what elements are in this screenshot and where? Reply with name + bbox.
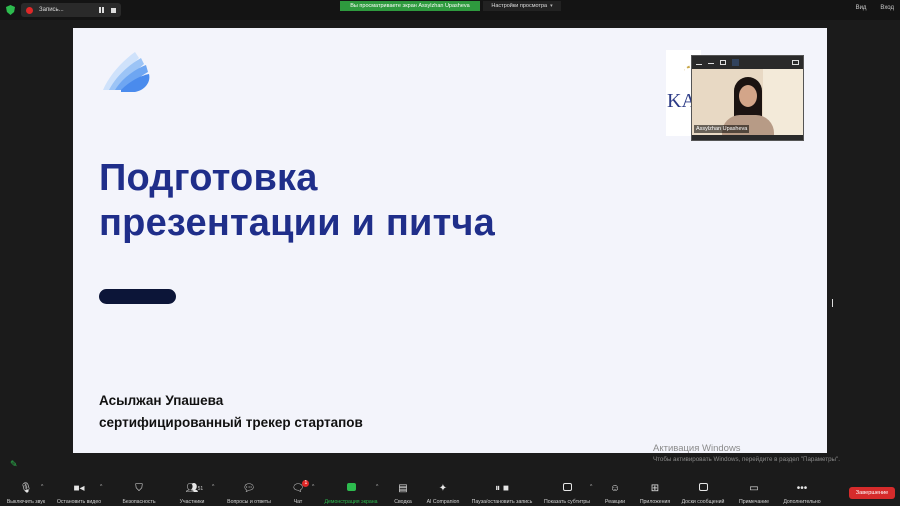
more-button[interactable]: ••• Дополнительно bbox=[780, 478, 824, 506]
view-mode-button[interactable]: Вид bbox=[856, 5, 867, 11]
gallery-view-icon[interactable] bbox=[732, 59, 739, 66]
record-dot-icon bbox=[26, 6, 33, 14]
windows-activation-text: Чтобы активировать Windows, перейдите в … bbox=[653, 456, 840, 463]
chat-label: Чат bbox=[293, 499, 303, 505]
whiteboard-icon bbox=[698, 482, 708, 495]
author-role: сертифицированный трекер стартапов bbox=[99, 415, 363, 430]
hide-video-icon[interactable] bbox=[708, 61, 714, 64]
sparkle-icon: ✦ bbox=[438, 483, 448, 494]
share-screen-button[interactable]: Демонстрация экрана bbox=[322, 478, 380, 506]
security-label: Безопасность bbox=[122, 499, 156, 505]
view-options-button[interactable]: Настройки просмотра ▾ bbox=[483, 1, 561, 11]
top-right-controls: Вид Вход bbox=[856, 5, 894, 11]
subtitles-label: Показать субтитры bbox=[544, 499, 590, 505]
microphone-icon: 🎙︎ bbox=[19, 483, 33, 494]
wing-logo-icon bbox=[103, 52, 150, 92]
participant-name: Assylzhan Upasheva bbox=[694, 125, 750, 133]
single-view-icon[interactable] bbox=[720, 60, 726, 65]
reactions-button[interactable]: ☺︎ Реакции bbox=[604, 478, 626, 506]
chat-badge: 1 bbox=[302, 480, 310, 487]
windows-activation-title: Активация Windows bbox=[653, 443, 741, 454]
chat-button[interactable]: 🗨︎ 1 Чат bbox=[290, 478, 310, 506]
video-thumbnail[interactable]: Assylzhan Upasheva bbox=[691, 55, 804, 141]
slide-title-line-2: презентации и питча bbox=[99, 202, 495, 244]
participants-label: Участники bbox=[179, 499, 205, 505]
zoom-meeting-window: Запись... Вы просматриваете экран Assylz… bbox=[0, 0, 900, 506]
summary-button[interactable]: ▤ Сводка bbox=[392, 478, 414, 506]
author-name: Асылжан Упашева bbox=[99, 393, 224, 408]
notes-label: Примечание bbox=[738, 499, 770, 505]
participants-icon: 👥︎ 51 bbox=[185, 483, 204, 494]
thumbnail-toolbar bbox=[692, 56, 803, 69]
participants-button[interactable]: 👥︎ 51 Участники bbox=[176, 478, 208, 506]
minimize-icon[interactable] bbox=[696, 61, 702, 65]
security-button[interactable]: ⛉ Безопасность bbox=[120, 478, 158, 506]
apps-button[interactable]: ⊞ Приложения bbox=[637, 478, 673, 506]
ai-companion-label: AI Companion bbox=[426, 499, 460, 505]
subtitles-button[interactable]: Показать субтитры bbox=[542, 478, 592, 506]
whiteboard-label: Доски сообщений bbox=[681, 499, 725, 505]
chevron-up-icon[interactable]: ^ bbox=[100, 484, 102, 490]
video-person-face bbox=[739, 85, 757, 107]
qa-label: Вопросы и ответы bbox=[227, 499, 271, 505]
pause-stop-icon: ⏸︎ ■ bbox=[495, 483, 509, 494]
ai-companion-button[interactable]: ✦ AI Companion bbox=[424, 478, 462, 506]
smiley-icon: ☺︎ bbox=[609, 483, 621, 494]
video-camera-icon: ■◂ bbox=[73, 483, 85, 494]
participant-video: Assylzhan Upasheva bbox=[692, 69, 803, 135]
annotate-pencil-icon[interactable]: ✎ bbox=[10, 459, 20, 469]
pause-icon[interactable] bbox=[99, 7, 105, 13]
fullscreen-button[interactable]: Вход bbox=[880, 5, 894, 11]
view-options-label: Настройки просмотра bbox=[491, 3, 548, 9]
recording-indicator: Запись... bbox=[6, 3, 121, 17]
summary-label: Сводка bbox=[394, 499, 412, 505]
chevron-up-icon[interactable]: ^ bbox=[212, 484, 214, 490]
chevron-up-icon[interactable]: ^ bbox=[590, 484, 592, 490]
more-dots-icon: ••• bbox=[796, 483, 808, 494]
picture-in-picture-icon[interactable] bbox=[792, 60, 799, 65]
stop-icon[interactable] bbox=[111, 7, 116, 13]
apps-label: Приложения bbox=[639, 499, 671, 505]
top-bar: Запись... Вы просматриваете экран Assylz… bbox=[0, 0, 900, 20]
mute-label: Выключить звук bbox=[6, 499, 46, 505]
chevron-up-icon[interactable]: ^ bbox=[376, 484, 378, 490]
whiteboard-button[interactable]: Доски сообщений bbox=[678, 478, 728, 506]
apps-icon: ⊞ bbox=[650, 483, 660, 494]
mute-button[interactable]: 🎙︎ Выключить звук bbox=[4, 478, 48, 506]
notes-icon: ▭ bbox=[749, 483, 759, 494]
end-meeting-button[interactable]: Завершение bbox=[849, 487, 895, 499]
pause-recording-label: Пауза/остановить запись bbox=[471, 499, 533, 505]
reactions-label: Реакции bbox=[604, 499, 626, 505]
cc-icon bbox=[562, 482, 572, 495]
participants-count: 51 bbox=[197, 486, 204, 492]
share-screen-icon bbox=[346, 482, 356, 495]
stop-video-button[interactable]: ■◂ Остановить видео bbox=[54, 478, 104, 506]
chevron-up-icon[interactable]: ^ bbox=[41, 484, 43, 490]
chat-icon: 🗨︎ 1 bbox=[292, 480, 310, 495]
stop-video-label: Остановить видео bbox=[56, 499, 102, 505]
slide-title-line-1: Подготовка bbox=[99, 157, 318, 199]
recording-label: Запись... bbox=[39, 7, 64, 13]
qa-icon: 💬︎ bbox=[242, 483, 256, 494]
viewing-banner: Вы просматриваете экран Assylzhan Upashe… bbox=[340, 1, 480, 11]
more-label: Дополнительно bbox=[783, 499, 821, 505]
decorative-pill bbox=[99, 289, 176, 304]
shield-icon[interactable] bbox=[6, 5, 15, 15]
share-screen-label: Демонстрация экрана bbox=[324, 499, 378, 505]
pause-recording-button[interactable]: ⏸︎ ■ Пауза/остановить запись bbox=[468, 478, 536, 506]
chevron-down-icon: ▾ bbox=[550, 3, 553, 9]
meeting-toolbar: 🎙︎ Выключить звук ^ ■◂ Остановить видео … bbox=[0, 478, 900, 506]
text-cursor-icon bbox=[832, 299, 834, 307]
recording-status: Запись... bbox=[21, 3, 121, 17]
summary-icon: ▤ bbox=[398, 483, 408, 494]
notes-button[interactable]: ▭ Примечание bbox=[736, 478, 772, 506]
shield-icon: ⛉ bbox=[135, 483, 143, 494]
chevron-up-icon[interactable]: ^ bbox=[312, 484, 314, 490]
qa-button[interactable]: 💬︎ Вопросы и ответы bbox=[224, 478, 274, 506]
slide-title: Подготовка презентации и питча bbox=[99, 156, 495, 246]
